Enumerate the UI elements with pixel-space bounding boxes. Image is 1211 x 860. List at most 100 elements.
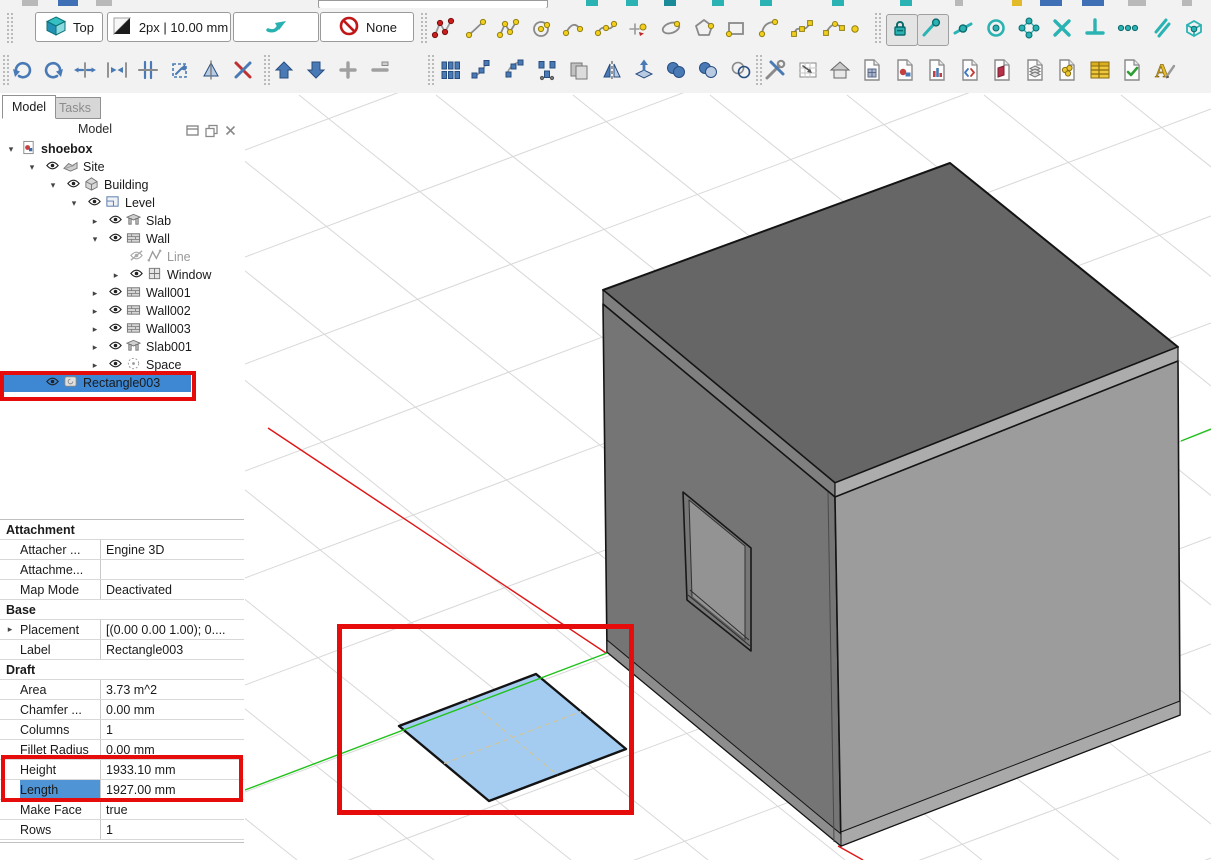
visibility-eye-off-icon[interactable] [126,248,144,266]
dock-icon[interactable] [185,123,200,138]
toolbar-grip[interactable] [874,12,881,44]
doc-report-button[interactable] [990,58,1014,82]
snap-working-plane-button[interactable] [1182,16,1206,40]
union-button[interactable] [664,58,688,82]
property-value[interactable]: 1933.10 mm [101,760,244,779]
visibility-eye-icon[interactable] [105,230,123,248]
scale-button[interactable] [168,58,192,82]
property-value[interactable]: Deactivated [101,580,244,599]
rectangle-tool-button[interactable] [724,16,748,40]
expander-open-icon[interactable]: ▾ [4,144,18,155]
snap-intersection-button[interactable] [1050,16,1074,40]
visibility-eye-icon[interactable] [84,194,102,212]
property-value[interactable]: 3.73 m^2 [101,680,244,699]
visibility-eye-icon[interactable] [42,374,60,392]
edit-button[interactable] [199,58,223,82]
expander-closed-icon[interactable]: ▸ [88,360,102,371]
tree-item-slab001[interactable]: ▸Slab001 [0,338,244,356]
clone-button[interactable] [567,58,591,82]
property-value[interactable]: 0.00 mm [101,700,244,719]
curve-tool-button[interactable] [594,16,618,40]
toolbar-grip[interactable] [427,54,434,86]
visibility-eye-icon[interactable] [126,266,144,284]
property-value[interactable]: 1 [101,820,244,839]
expander-closed-icon[interactable]: ▸ [88,342,102,353]
join-button[interactable] [105,58,129,82]
add-point-button[interactable] [336,58,360,82]
visibility-eye-icon[interactable] [105,356,123,374]
visibility-eye-icon[interactable] [105,338,123,356]
expander-closed-icon[interactable]: ▸ [0,620,20,639]
snap-endpoint-button[interactable] [917,14,949,46]
toolbar-grip[interactable] [263,54,270,86]
property-value[interactable]: Engine 3D [101,540,244,559]
snap-toggle-button[interactable] [233,12,319,42]
downgrade-button[interactable] [304,58,328,82]
tree-item-rectangle003[interactable]: Rectangle003 [0,374,244,392]
visibility-eye-icon[interactable] [105,320,123,338]
expander-open-icon[interactable]: ▾ [46,180,60,191]
doc-layers-button[interactable] [1023,58,1047,82]
arc-tool-button[interactable] [561,16,585,40]
property-value[interactable]: 1 [101,720,244,739]
tree-item-shoebox[interactable]: ▾shoebox [0,140,244,158]
tree-item-wall001[interactable]: ▸Wall001 [0,284,244,302]
doc-schedule-button[interactable] [925,58,949,82]
snap-parallel-button[interactable] [1149,16,1173,40]
property-value[interactable] [101,560,244,579]
tree-item-wall003[interactable]: ▸Wall003 [0,320,244,338]
snap-extension-button[interactable] [1116,16,1140,40]
polyline-tool-button[interactable] [496,16,520,40]
expander-open-icon[interactable]: ▾ [88,234,102,245]
array-point-button[interactable] [535,58,559,82]
extrude-button[interactable] [632,58,656,82]
array-polar-button[interactable] [503,58,527,82]
property-value[interactable]: 1927.00 mm [101,780,244,799]
expander-closed-icon[interactable]: ▸ [88,306,102,317]
tree-item-level[interactable]: ▾Level [0,194,244,212]
property-value[interactable]: true [101,800,244,819]
doc-material-button[interactable] [1055,58,1079,82]
expander-open-icon[interactable]: ▾ [25,162,39,173]
subtraction-button[interactable] [696,58,720,82]
tab-tasks[interactable]: Tasks [49,97,101,119]
line-style-button[interactable]: 2px | 10.00 mm [107,12,231,42]
rotate-button[interactable] [42,58,66,82]
circle-tool-button[interactable] [529,16,553,40]
float-icon[interactable] [204,123,219,138]
tree-item-wall002[interactable]: ▸Wall002 [0,302,244,320]
arc-3points-tool-button[interactable] [757,16,781,40]
point-axes-tool-button[interactable] [627,16,651,40]
working-plane-view-button[interactable]: Top [35,12,103,42]
autogroup-button[interactable]: None [320,12,414,42]
visibility-eye-icon[interactable] [63,176,81,194]
property-group-draft[interactable]: Draft [0,660,244,680]
bspline-tool-button[interactable] [790,16,814,40]
expander-open-icon[interactable]: ▾ [67,198,81,209]
expander-closed-icon[interactable]: ▸ [88,216,102,227]
working-plane-view-button[interactable] [796,58,820,82]
toolbar-grip[interactable] [755,54,762,86]
project-setup-button[interactable] [828,58,852,82]
array-orthogonal-button[interactable] [438,58,462,82]
snap-special-button[interactable] [1017,16,1041,40]
doc-script-button[interactable] [958,58,982,82]
tree-item-space[interactable]: ▸Space [0,356,244,374]
tree-item-window[interactable]: ▸Window [0,266,244,284]
spreadsheet-button[interactable] [1088,58,1112,82]
tree-item-wall[interactable]: ▾Wall [0,230,244,248]
line-tool-button[interactable] [464,16,488,40]
expander-closed-icon[interactable]: ▸ [109,270,123,281]
draft-rectangle-selected[interactable] [399,674,626,801]
toolbar-grip[interactable] [6,12,13,44]
building-model[interactable] [603,163,1180,846]
viewport-3d[interactable] [245,93,1211,860]
remove-point-button[interactable] [368,58,392,82]
array-path-button[interactable] [470,58,494,82]
visibility-eye-icon[interactable] [105,302,123,320]
visibility-eye-icon[interactable] [105,212,123,230]
polygon-tool-button[interactable] [692,16,716,40]
visibility-eye-icon[interactable] [105,284,123,302]
property-group-attachment[interactable]: Attachment [0,520,244,540]
point-tool-button[interactable] [843,16,867,40]
